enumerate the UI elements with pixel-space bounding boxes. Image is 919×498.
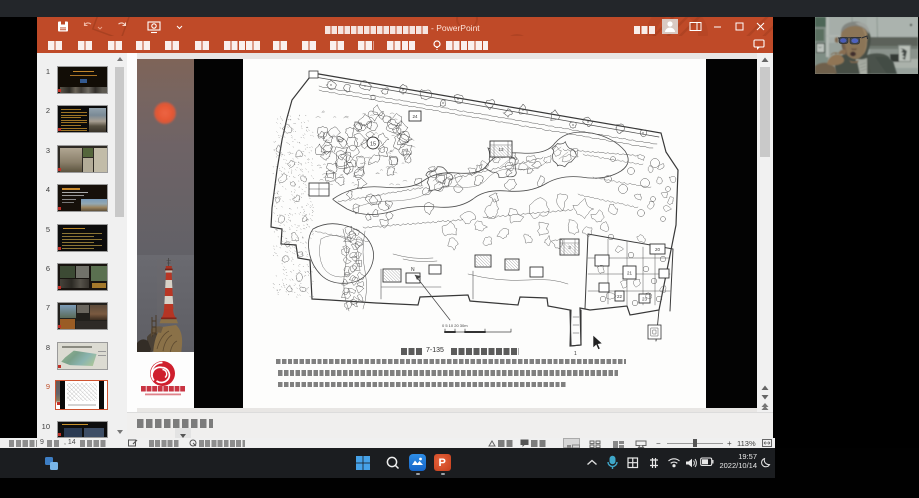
svg-text:15: 15 (370, 142, 376, 148)
svg-text:23: 23 (642, 297, 648, 302)
svg-text:20: 20 (655, 247, 661, 252)
svg-text:N: N (411, 267, 415, 273)
svg-text:21: 21 (627, 271, 633, 276)
svg-text:0 5 10 20 30m: 0 5 10 20 30m (442, 323, 468, 328)
svg-text:1: 1 (574, 351, 577, 357)
svg-text:22: 22 (617, 294, 623, 299)
svg-text:24: 24 (412, 114, 418, 119)
